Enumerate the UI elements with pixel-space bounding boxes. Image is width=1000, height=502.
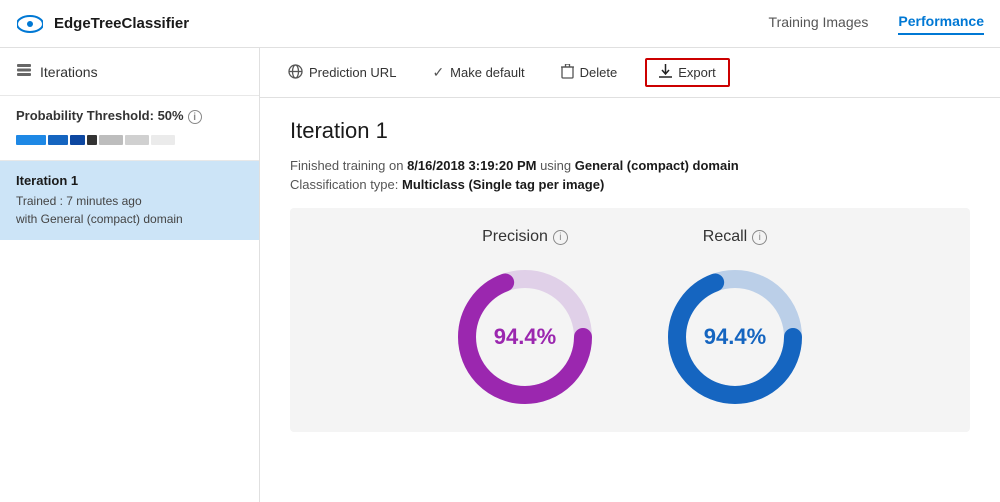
- nav-performance[interactable]: Performance: [898, 13, 984, 35]
- subtitle1-mid: using: [536, 158, 574, 173]
- export-label: Export: [678, 65, 716, 80]
- iteration-item[interactable]: Iteration 1 Trained : 7 minutes ago with…: [0, 161, 259, 240]
- delete-label: Delete: [580, 65, 618, 80]
- iteration-domain: with General (compact) domain: [16, 210, 243, 228]
- bar-seg-6: [125, 135, 149, 145]
- content-area: Prediction URL ✓ Make default Delete: [260, 48, 1000, 502]
- precision-info-icon[interactable]: i: [553, 230, 568, 245]
- subtitle2-type: Multiclass (Single tag per image): [402, 177, 604, 192]
- prediction-url-label: Prediction URL: [309, 65, 396, 80]
- threshold-value: 50%: [158, 108, 184, 123]
- precision-chart: Precision i 94.4%: [450, 228, 600, 412]
- precision-value: 94.4%: [494, 324, 556, 350]
- sidebar: Iterations Probability Threshold: 50% i I…: [0, 48, 260, 502]
- layers-icon: [16, 62, 32, 81]
- threshold-section: Probability Threshold: 50% i: [0, 96, 259, 161]
- make-default-button[interactable]: ✓ Make default: [424, 60, 532, 85]
- download-icon: [659, 64, 672, 81]
- iteration-subtitle1: Finished training on 8/16/2018 3:19:20 P…: [290, 158, 970, 173]
- export-button[interactable]: Export: [645, 58, 730, 87]
- performance-content: Iteration 1 Finished training on 8/16/20…: [260, 98, 1000, 502]
- bar-seg-5: [99, 135, 123, 145]
- sidebar-iterations-header: Iterations: [0, 48, 259, 96]
- subtitle1-pre: Finished training on: [290, 158, 407, 173]
- threshold-bar[interactable]: [16, 132, 243, 148]
- bar-seg-7: [151, 135, 175, 145]
- recall-label: Recall: [703, 228, 747, 246]
- subtitle1-domain: General (compact) domain: [575, 158, 739, 173]
- iteration-subtitle2: Classification type: Multiclass (Single …: [290, 177, 970, 192]
- check-icon: ✓: [432, 64, 444, 81]
- threshold-label: Probability Threshold: 50% i: [16, 108, 243, 124]
- bar-seg-1: [16, 135, 46, 145]
- prediction-url-button[interactable]: Prediction URL: [280, 60, 404, 86]
- recall-value: 94.4%: [704, 324, 766, 350]
- top-nav: EdgeTreeClassifier Training Images Perfo…: [0, 0, 1000, 48]
- nav-training-images[interactable]: Training Images: [769, 14, 869, 34]
- trash-icon: [561, 64, 574, 82]
- main-layout: Iterations Probability Threshold: 50% i I…: [0, 48, 1000, 502]
- bar-seg-2: [48, 135, 68, 145]
- globe-icon: [288, 64, 303, 82]
- toolbar: Prediction URL ✓ Make default Delete: [260, 48, 1000, 98]
- charts-area: Precision i 94.4%: [290, 208, 970, 432]
- recall-info-icon[interactable]: i: [752, 230, 767, 245]
- subtitle2-pre: Classification type:: [290, 177, 402, 192]
- precision-donut-wrapper: 94.4%: [450, 262, 600, 412]
- make-default-label: Make default: [450, 65, 524, 80]
- app-title: EdgeTreeClassifier: [54, 15, 769, 32]
- recall-chart: Recall i 94.4%: [660, 228, 810, 412]
- recall-donut-wrapper: 94.4%: [660, 262, 810, 412]
- iteration-name: Iteration 1: [16, 173, 243, 188]
- subtitle1-datetime: 8/16/2018 3:19:20 PM: [407, 158, 536, 173]
- bar-seg-4: [87, 135, 97, 145]
- recall-label-container: Recall i: [703, 228, 767, 246]
- app-icon: [16, 10, 44, 38]
- iteration-title: Iteration 1: [290, 118, 970, 144]
- threshold-info-icon[interactable]: i: [188, 110, 202, 124]
- threshold-text: Probability Threshold:: [16, 108, 158, 123]
- precision-label: Precision: [482, 228, 548, 246]
- delete-button[interactable]: Delete: [553, 60, 626, 86]
- precision-label-container: Precision i: [482, 228, 568, 246]
- bar-seg-3: [70, 135, 85, 145]
- iteration-trained: Trained : 7 minutes ago: [16, 192, 243, 210]
- nav-links: Training Images Performance: [769, 13, 984, 35]
- iterations-label: Iterations: [40, 64, 98, 80]
